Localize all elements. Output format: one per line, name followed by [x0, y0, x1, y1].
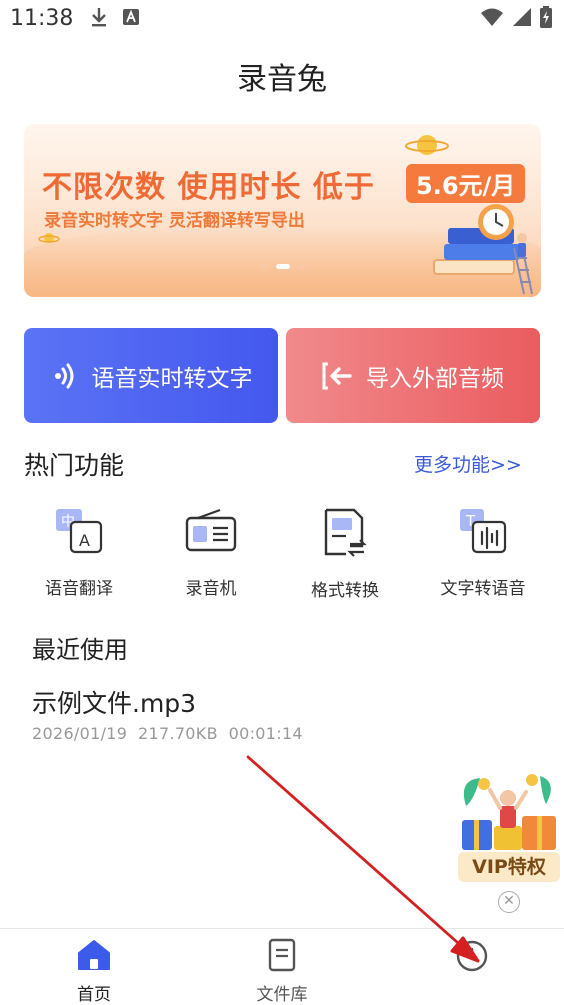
- recent-title: 最近使用: [32, 636, 128, 664]
- file-size: 217.70KB: [138, 724, 218, 743]
- download-icon: [92, 8, 106, 27]
- more-features-link[interactable]: 更多功能>>: [414, 450, 522, 477]
- books-clock-illustration-icon: [433, 204, 533, 294]
- home-icon: [78, 940, 110, 970]
- profile-icon: [456, 940, 488, 972]
- status-icons-left: [90, 6, 140, 28]
- sound-wave-icon: [54, 363, 73, 388]
- import-audio-button[interactable]: 导入外部音频: [286, 328, 540, 423]
- realtime-transcribe-label: 语音实时转文字: [91, 365, 253, 392]
- pager-dot-active: [276, 264, 290, 269]
- nav-item-home[interactable]: 首页: [34, 938, 154, 1005]
- feature-text-to-speech[interactable]: T 文字转语音: [418, 506, 548, 599]
- feature-label: 格式转换: [311, 581, 379, 601]
- status-time: 11:38: [10, 6, 74, 31]
- signal-icon: [513, 8, 531, 26]
- banner-headline: 不限次数 使用时长 低于: [42, 170, 375, 205]
- file-duration: 00:01:14: [228, 724, 303, 743]
- import-icon: [322, 362, 352, 389]
- nav-item-profile[interactable]: [412, 938, 532, 978]
- close-icon: ✕: [503, 893, 515, 909]
- svg-text:A: A: [79, 531, 90, 550]
- recent-file-meta: 2026/01/19 217.70KB 00:01:14: [32, 724, 303, 743]
- banner-pager: [260, 264, 306, 269]
- feature-label: 录音机: [185, 579, 237, 599]
- file-date: 2026/01/19: [32, 724, 128, 743]
- status-icons-right: [480, 6, 552, 28]
- planet-icon: [405, 135, 449, 155]
- nav-label: 文件库: [256, 985, 308, 1005]
- translate-icon: 中 A: [56, 509, 103, 554]
- radio-icon: [185, 508, 237, 552]
- page-title: 录音兔: [237, 62, 327, 97]
- nav-item-files[interactable]: 文件库: [222, 938, 342, 1005]
- feature-label: 文字转语音: [440, 579, 526, 599]
- recent-file-name[interactable]: 示例文件.mp3: [32, 684, 196, 720]
- pager-dot: [260, 264, 268, 269]
- feature-format-convert[interactable]: 格式转换: [280, 506, 410, 601]
- feature-recorder[interactable]: 录音机: [146, 506, 276, 599]
- promo-banner[interactable]: 不限次数 使用时长 低于 5.6元/月 录音实时转文字 灵活翻译转写导出: [24, 124, 541, 297]
- pager-dot: [298, 264, 306, 269]
- feature-translate[interactable]: 中 A 语音翻译: [14, 506, 144, 599]
- import-audio-label: 导入外部音频: [366, 365, 504, 392]
- wifi-icon: [481, 8, 503, 26]
- realtime-transcribe-button[interactable]: 语音实时转文字: [24, 328, 278, 423]
- format-convert-icon: [324, 508, 367, 557]
- document-icon: [268, 938, 296, 972]
- vip-close-button[interactable]: ✕: [498, 891, 520, 913]
- battery-icon: [540, 6, 552, 28]
- feature-label: 语音翻译: [45, 579, 113, 599]
- hot-features-title: 热门功能: [24, 451, 125, 480]
- planet-small-icon: [38, 233, 60, 243]
- banner-subline: 录音实时转文字 灵活翻译转写导出: [44, 211, 305, 231]
- nav-label: 首页: [77, 985, 111, 1005]
- vip-privilege-button[interactable]: VIP特权: [458, 852, 560, 882]
- text-to-speech-icon: T: [460, 509, 507, 554]
- keyboard-indicator-icon: [123, 9, 139, 25]
